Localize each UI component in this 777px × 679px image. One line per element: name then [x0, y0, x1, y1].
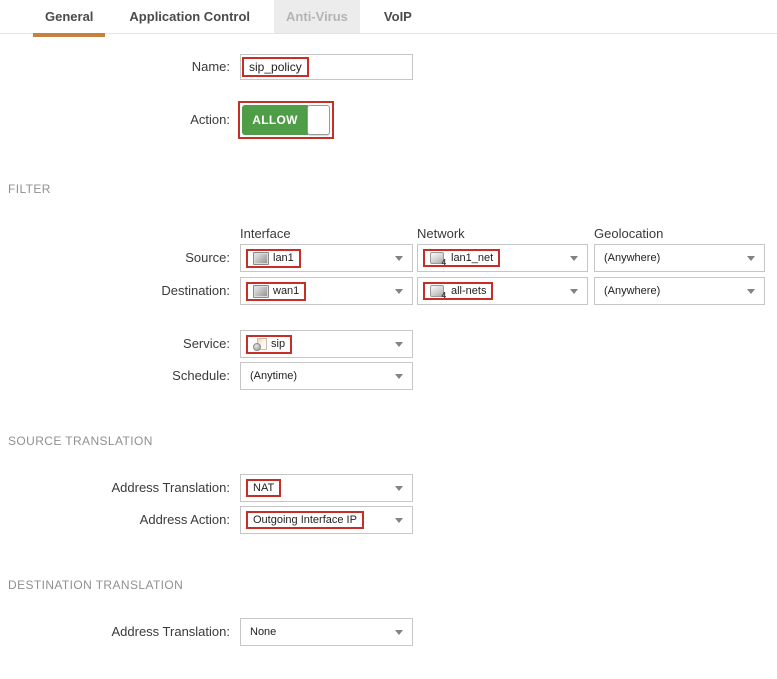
- caret-down-icon: [395, 486, 403, 491]
- column-header-network: Network: [417, 226, 465, 241]
- name-label: Name:: [0, 54, 230, 80]
- service-select[interactable]: sip: [240, 330, 413, 358]
- name-field[interactable]: sip_policy: [240, 54, 413, 80]
- action-toggle[interactable]: ALLOW: [242, 105, 330, 135]
- interface-icon: [253, 252, 269, 265]
- annotation-box: sip: [246, 335, 292, 354]
- service-icon: [253, 338, 267, 351]
- source-geolocation-value: (Anywhere): [600, 252, 660, 264]
- caret-down-icon: [395, 289, 403, 294]
- destination-network-select[interactable]: all-nets: [417, 277, 588, 305]
- tab-anti-virus: Anti-Virus: [274, 0, 360, 33]
- src-address-action-label: Address Action:: [0, 506, 230, 534]
- destination-interface-select[interactable]: wan1: [240, 277, 413, 305]
- interface-icon: [253, 285, 269, 298]
- caret-down-icon: [395, 630, 403, 635]
- src-address-action-select[interactable]: Outgoing Interface IP: [240, 506, 413, 534]
- schedule-select[interactable]: (Anytime): [240, 362, 413, 390]
- caret-down-icon: [747, 289, 755, 294]
- annotation-box: lan1: [246, 249, 301, 268]
- tab-application-control[interactable]: Application Control: [117, 0, 262, 33]
- service-value: sip: [271, 338, 285, 350]
- annotation-box: Outgoing Interface IP: [246, 511, 364, 529]
- caret-down-icon: [395, 374, 403, 379]
- destination-geolocation-select[interactable]: (Anywhere): [594, 277, 765, 305]
- destination-network-value: all-nets: [451, 285, 486, 297]
- source-network-select[interactable]: lan1_net: [417, 244, 588, 272]
- destination-interface-value: wan1: [273, 285, 299, 297]
- destination-label: Destination:: [0, 277, 230, 305]
- dst-address-translation-value: None: [246, 626, 276, 638]
- src-address-translation-value: NAT: [253, 482, 274, 494]
- annotation-box: all-nets: [423, 282, 493, 300]
- src-address-translation-select[interactable]: NAT: [240, 474, 413, 502]
- action-label: Action:: [0, 103, 230, 137]
- schedule-label: Schedule:: [0, 362, 230, 390]
- annotation-box: NAT: [246, 479, 281, 497]
- ipv4-network-icon: [430, 252, 444, 264]
- service-label: Service:: [0, 330, 230, 358]
- name-value: sip_policy: [249, 60, 302, 74]
- policy-editor-page: General Application Control Anti-Virus V…: [0, 0, 777, 679]
- filter-section-label: FILTER: [8, 182, 51, 196]
- caret-down-icon: [395, 518, 403, 523]
- tab-bar: General Application Control Anti-Virus V…: [0, 0, 777, 34]
- toggle-knob-icon[interactable]: [307, 105, 330, 135]
- source-interface-select[interactable]: lan1: [240, 244, 413, 272]
- destination-translation-section-label: DESTINATION TRANSLATION: [8, 578, 183, 592]
- caret-down-icon: [570, 256, 578, 261]
- annotation-box: lan1_net: [423, 249, 500, 267]
- source-network-value: lan1_net: [451, 252, 493, 264]
- annotation-box: ALLOW: [238, 101, 334, 139]
- tab-general[interactable]: General: [33, 0, 105, 33]
- caret-down-icon: [395, 256, 403, 261]
- annotation-box: sip_policy: [242, 57, 309, 77]
- tab-voip[interactable]: VoIP: [372, 0, 424, 33]
- source-translation-section-label: SOURCE TRANSLATION: [8, 434, 153, 448]
- column-header-interface: Interface: [240, 226, 291, 241]
- dst-address-translation-select[interactable]: None: [240, 618, 413, 646]
- source-label: Source:: [0, 244, 230, 272]
- source-geolocation-select[interactable]: (Anywhere): [594, 244, 765, 272]
- caret-down-icon: [570, 289, 578, 294]
- src-address-translation-label: Address Translation:: [0, 474, 230, 502]
- column-header-geolocation: Geolocation: [594, 226, 663, 241]
- ipv4-network-icon: [430, 285, 444, 297]
- source-interface-value: lan1: [273, 252, 294, 264]
- caret-down-icon: [395, 342, 403, 347]
- caret-down-icon: [747, 256, 755, 261]
- dst-address-translation-label: Address Translation:: [0, 618, 230, 646]
- src-address-action-value: Outgoing Interface IP: [253, 514, 357, 526]
- action-toggle-on-label: ALLOW: [242, 105, 308, 135]
- destination-geolocation-value: (Anywhere): [600, 285, 660, 297]
- schedule-value: (Anytime): [246, 370, 297, 382]
- annotation-box: wan1: [246, 282, 306, 301]
